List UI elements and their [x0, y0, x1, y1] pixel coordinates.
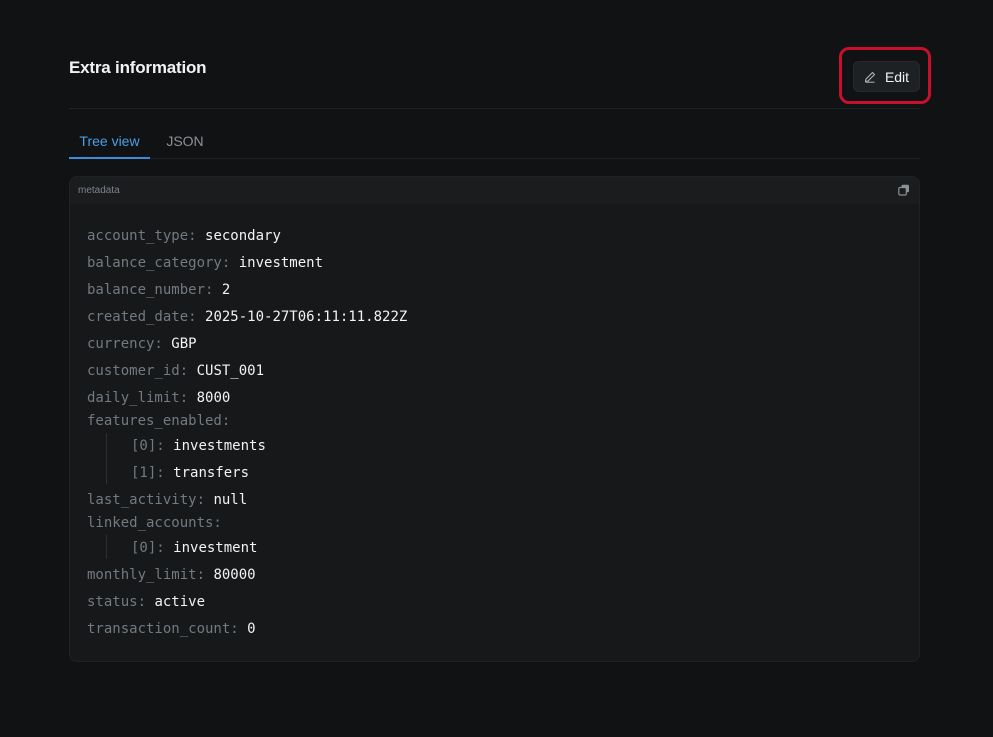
- metadata-panel: metadata account_type: secondary balance…: [69, 176, 920, 662]
- tree-row-customer-id: customer_id: CUST_001: [87, 358, 407, 385]
- tree-row-last-activity: last_activity: null: [87, 487, 407, 514]
- tree-row-balance-category: balance_category: investment: [87, 250, 407, 277]
- pencil-icon: [864, 71, 875, 83]
- tree-key: daily_limit:: [87, 390, 189, 406]
- tree-key: created_date:: [87, 309, 197, 325]
- tree-key: [0]:: [131, 540, 165, 556]
- tree-value: investments: [173, 438, 266, 454]
- tree-value: CUST_001: [196, 363, 265, 379]
- edit-button-label: Edit: [884, 68, 910, 85]
- tree-key: transaction_count:: [87, 621, 239, 637]
- tree-value: active: [154, 594, 206, 610]
- tree-row-features-enabled-0: [0]: investments: [87, 433, 407, 460]
- view-tabs: Tree view JSON: [69, 126, 920, 159]
- tree-key: status:: [87, 594, 147, 610]
- tree-key: currency:: [87, 336, 163, 352]
- tree-row-account-type: account_type: secondary: [87, 223, 407, 250]
- tree-key: balance_category:: [87, 255, 231, 271]
- tree-value: GBP: [171, 336, 197, 352]
- tree-row-status: status: active: [87, 589, 407, 616]
- tab-tree-view[interactable]: Tree view: [69, 126, 150, 159]
- tree-row-currency: currency: GBP: [87, 331, 407, 358]
- tree-value: secondary: [205, 228, 281, 244]
- extra-information-page: Extra information Edit Tree view JSON me…: [0, 0, 993, 737]
- tree-value: 2025-10-27T06:11:11.822Z: [205, 309, 408, 325]
- tree-group-linked-accounts: [0]: investment: [87, 535, 407, 562]
- tree-value: 80000: [213, 567, 256, 583]
- copy-icon[interactable]: [898, 184, 910, 196]
- tree-value: 2: [221, 282, 231, 298]
- tree-value: 8000: [196, 390, 231, 406]
- tree-row-transaction-count: transaction_count: 0: [87, 616, 407, 643]
- tree-row-features-enabled: features_enabled:: [87, 412, 407, 433]
- tree-key: balance_number:: [87, 282, 214, 298]
- tree-value: transfers: [173, 465, 250, 481]
- tree-value: 0: [247, 621, 256, 637]
- tree-row-monthly-limit: monthly_limit: 80000: [87, 562, 407, 589]
- tree-value: investment: [173, 540, 258, 556]
- tree-key: customer_id:: [87, 363, 189, 379]
- tree-key: account_type:: [87, 228, 197, 244]
- tree-row-created-date: created_date: 2025-10-27T06:11:11.822Z: [87, 304, 407, 331]
- tree-key: features_enabled:: [87, 413, 231, 429]
- tree-row-features-enabled-1: [1]: transfers: [87, 460, 407, 487]
- tree-key: [0]:: [131, 438, 165, 454]
- tree-row-linked-accounts: linked_accounts:: [87, 514, 407, 535]
- tree-row-linked-accounts-0: [0]: investment: [87, 535, 407, 562]
- tree-key: last_activity:: [87, 492, 206, 508]
- tree-key: linked_accounts:: [87, 515, 222, 531]
- tree-value: null: [213, 492, 248, 508]
- tree-row-daily-limit: daily_limit: 8000: [87, 385, 407, 412]
- tree-value: investment: [238, 255, 324, 271]
- metadata-tree: account_type: secondary balance_category…: [87, 223, 407, 643]
- metadata-panel-header: metadata: [70, 177, 919, 204]
- tree-row-balance-number: balance_number: 2: [87, 277, 407, 304]
- tree-group-features-enabled: [0]: investments [1]: transfers: [87, 433, 407, 487]
- header-divider: [69, 108, 920, 109]
- section-title: Extra information: [69, 58, 207, 77]
- edit-button[interactable]: Edit: [853, 61, 920, 92]
- tree-key: monthly_limit:: [87, 567, 206, 583]
- tab-json[interactable]: JSON: [159, 126, 211, 159]
- metadata-label: metadata: [78, 185, 120, 196]
- tree-key: [1]:: [131, 465, 165, 481]
